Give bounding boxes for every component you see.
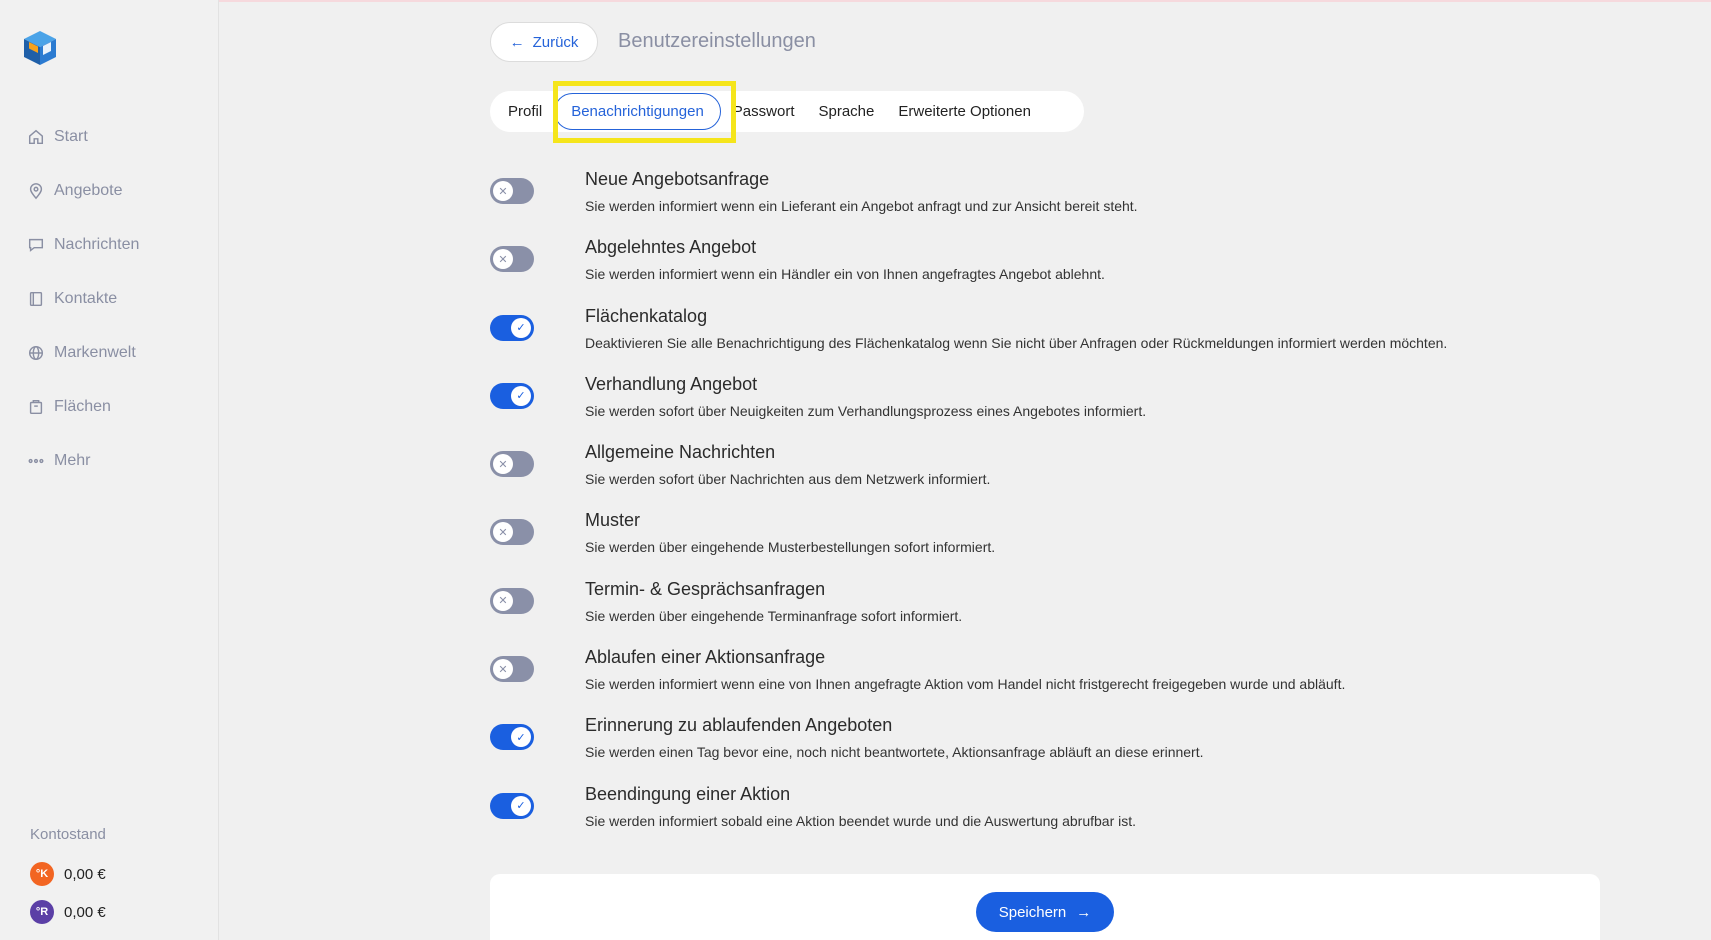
tab-profil[interactable]: Profil bbox=[496, 93, 554, 130]
sidebar-item-label: Kontakte bbox=[54, 290, 118, 307]
sidebar-item-kontakte[interactable]: Kontakte bbox=[26, 272, 206, 326]
setting-title: Erinnerung zu ablaufenden Angeboten bbox=[585, 715, 893, 736]
toggle-knob-icon: ✕ bbox=[493, 659, 513, 680]
setting-description: Sie werden informiert sobald eine Aktion… bbox=[585, 812, 1137, 829]
sidebar-item-label: Markenwelt bbox=[54, 344, 136, 361]
setting-row: ✕ Allgemeine Nachrichten Sie werden sofo… bbox=[490, 439, 1590, 507]
sidebar: Start Angebote Nachrichten Kontakte Mark… bbox=[0, 0, 219, 940]
setting-title: Termin- & Gesprächsanfragen bbox=[585, 578, 826, 599]
tab-passwort[interactable]: Passwort bbox=[721, 93, 807, 130]
sidebar-item-mehr[interactable]: Mehr bbox=[26, 434, 206, 488]
tab-benachrichtigungen[interactable]: Benachrichtigungen bbox=[554, 93, 721, 130]
toggle-switch[interactable]: ✕ bbox=[490, 519, 534, 546]
balance-value: 0,00 € bbox=[64, 865, 106, 883]
toggle-knob-icon: ✕ bbox=[493, 454, 513, 475]
setting-row: ✕ Abgelehntes Angebot Sie werden informi… bbox=[490, 234, 1590, 302]
toggle-switch[interactable]: ✓ bbox=[490, 792, 534, 819]
setting-title: Muster bbox=[585, 510, 641, 531]
balance-label: Kontostand bbox=[30, 826, 106, 843]
toggle-switch[interactable]: ✓ bbox=[490, 724, 534, 751]
page-title: Benutzereinstellungen bbox=[618, 30, 816, 52]
setting-row: ✓ Erinnerung zu ablaufenden Angeboten Si… bbox=[490, 712, 1590, 780]
save-button[interactable]: Speichern → bbox=[976, 892, 1114, 932]
sidebar-item-nachrichten[interactable]: Nachrichten bbox=[26, 218, 206, 272]
sidebar-item-angebote[interactable]: Angebote bbox=[26, 164, 206, 218]
arrow-left-icon: ← bbox=[509, 33, 525, 51]
setting-description: Sie werden über eingehende Musterbestell… bbox=[585, 539, 996, 556]
globe-icon bbox=[26, 343, 46, 363]
chat-icon bbox=[26, 235, 46, 255]
account-balance: Kontostand °K 0,00 € °R 0,00 € bbox=[30, 826, 106, 931]
tab-erweiterte-optionen[interactable]: Erweiterte Optionen bbox=[886, 93, 1043, 130]
setting-description: Sie werden informiert wenn eine von Ihne… bbox=[585, 676, 1346, 693]
toggle-switch[interactable]: ✓ bbox=[490, 314, 534, 341]
setting-row: ✕ Termin- & Gesprächsanfragen Sie werden… bbox=[490, 576, 1590, 644]
notification-settings: ✕ Neue Angebotsanfrage Sie werden inform… bbox=[490, 166, 1590, 849]
location-pin-icon bbox=[26, 181, 46, 201]
toggle-switch[interactable]: ✕ bbox=[490, 451, 534, 478]
setting-description: Deaktivieren Sie alle Benachrichtigung d… bbox=[585, 334, 1448, 351]
toggle-knob-icon: ✓ bbox=[511, 795, 531, 816]
setting-title: Verhandlung Angebot bbox=[585, 373, 758, 394]
arrow-right-icon: → bbox=[1076, 903, 1092, 921]
toggle-switch[interactable]: ✕ bbox=[490, 246, 534, 273]
toggle-switch[interactable]: ✕ bbox=[490, 656, 534, 683]
toggle-knob-icon: ✓ bbox=[511, 727, 531, 748]
setting-title: Flächenkatalog bbox=[585, 305, 708, 326]
top-border bbox=[0, 0, 1711, 2]
setting-description: Sie werden informiert wenn ein Lieferant… bbox=[585, 198, 1138, 214]
setting-row: ✓ Beendingung einer Aktion Sie werden in… bbox=[490, 781, 1590, 849]
more-dots-icon bbox=[26, 451, 46, 471]
setting-title: Allgemeine Nachrichten bbox=[585, 442, 776, 463]
setting-title: Ablaufen einer Aktionsanfrage bbox=[585, 647, 826, 668]
sidebar-item-markenwelt[interactable]: Markenwelt bbox=[26, 326, 206, 380]
balance-value: 0,00 € bbox=[64, 903, 106, 921]
setting-title: Abgelehntes Angebot bbox=[585, 237, 757, 258]
setting-description: Sie werden einen Tag bevor eine, noch ni… bbox=[585, 744, 1204, 761]
toggle-switch[interactable]: ✕ bbox=[490, 587, 534, 614]
setting-title: Neue Angebotsanfrage bbox=[585, 169, 770, 189]
toggle-knob-icon: ✓ bbox=[511, 317, 531, 338]
settings-tabs: Profil Benachrichtigungen Passwort Sprac… bbox=[490, 91, 1084, 132]
toggle-knob-icon: ✕ bbox=[493, 181, 513, 201]
toggle-knob-icon: ✕ bbox=[493, 249, 513, 270]
setting-row: ✕ Muster Sie werden über eingehende Must… bbox=[490, 507, 1590, 575]
setting-description: Sie werden über eingehende Terminanfrage… bbox=[585, 607, 963, 624]
sidebar-item-flaechen[interactable]: Flächen bbox=[26, 380, 206, 434]
sidebar-item-label: Angebote bbox=[54, 182, 123, 199]
setting-row: ✕ Neue Angebotsanfrage Sie werden inform… bbox=[490, 166, 1590, 234]
address-book-icon bbox=[26, 289, 46, 309]
balance-row-k: °K 0,00 € bbox=[30, 855, 106, 893]
app-logo-icon[interactable] bbox=[24, 31, 56, 65]
balance-row-r: °R 0,00 € bbox=[30, 893, 106, 931]
home-icon bbox=[26, 127, 46, 147]
back-button[interactable]: ← Zurück bbox=[490, 22, 598, 62]
store-icon bbox=[26, 397, 46, 417]
setting-row: ✓ Verhandlung Angebot Sie werden sofort … bbox=[490, 371, 1590, 439]
setting-description: Sie werden informiert wenn ein Händler e… bbox=[585, 266, 1105, 283]
sidebar-item-label: Start bbox=[54, 128, 88, 145]
setting-description: Sie werden sofort über Neuigkeiten zum V… bbox=[585, 402, 1147, 419]
k-coin-icon: °K bbox=[30, 862, 54, 886]
toggle-knob-icon: ✕ bbox=[493, 522, 513, 543]
sidebar-item-start[interactable]: Start bbox=[26, 110, 206, 164]
toggle-switch[interactable]: ✕ bbox=[490, 178, 534, 204]
r-coin-icon: °R bbox=[30, 900, 54, 924]
setting-description: Sie werden sofort über Nachrichten aus d… bbox=[585, 471, 991, 488]
toggle-knob-icon: ✕ bbox=[493, 590, 513, 611]
toggle-knob-icon: ✓ bbox=[511, 385, 531, 406]
sidebar-item-label: Flächen bbox=[54, 398, 111, 415]
setting-row: ✓ Flächenkatalog Deaktivieren Sie alle B… bbox=[490, 303, 1590, 371]
setting-row: ✕ Ablaufen einer Aktionsanfrage Sie werd… bbox=[490, 644, 1590, 712]
sidebar-nav: Start Angebote Nachrichten Kontakte Mark… bbox=[26, 110, 206, 488]
setting-title: Beendingung einer Aktion bbox=[585, 783, 791, 804]
tab-sprache[interactable]: Sprache bbox=[806, 93, 886, 130]
toggle-switch[interactable]: ✓ bbox=[490, 382, 534, 409]
save-button-label: Speichern bbox=[998, 903, 1067, 921]
sidebar-item-label: Nachrichten bbox=[54, 236, 140, 253]
back-button-label: Zurück bbox=[532, 33, 579, 51]
sidebar-item-label: Mehr bbox=[54, 452, 91, 469]
